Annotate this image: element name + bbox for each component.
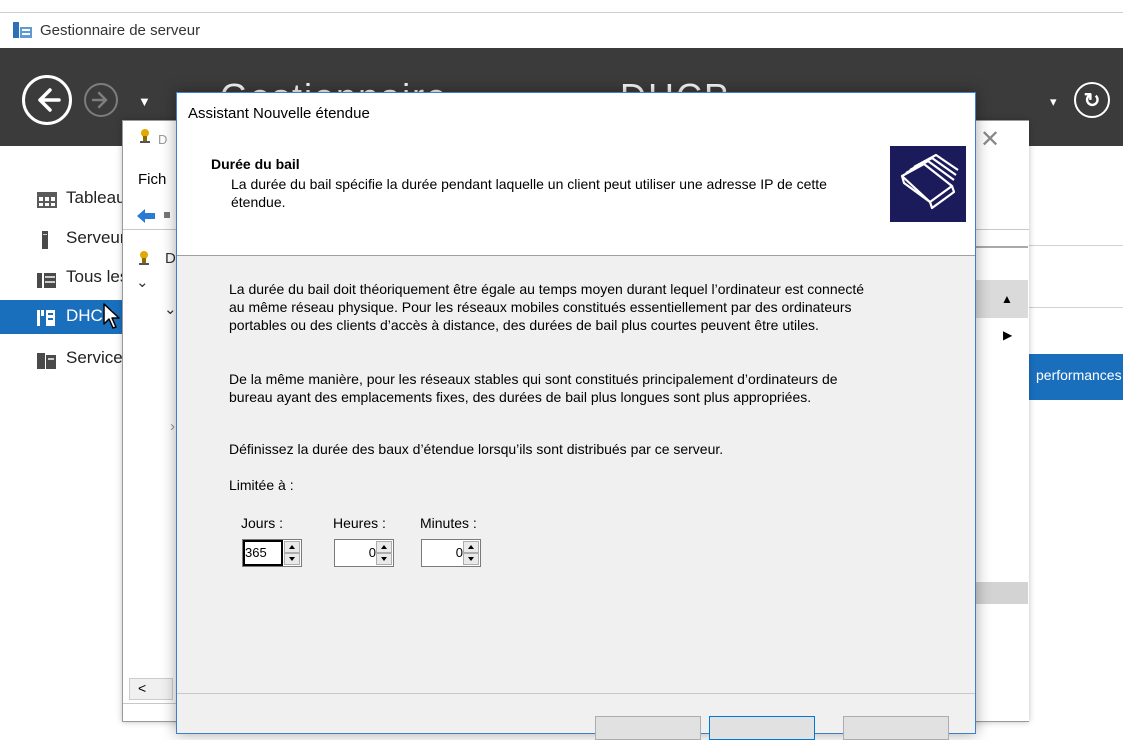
actions-footer (976, 582, 1028, 604)
chevron-right-icon[interactable]: › (170, 418, 175, 435)
servers-icon (37, 273, 56, 288)
wizard-header: Durée du bail La durée du bail spécifie … (177, 133, 975, 256)
minutes-spinner[interactable]: 0 (421, 539, 481, 567)
divider (1028, 307, 1123, 308)
server-manager-titlebar: Gestionnaire de serveur (0, 12, 1123, 49)
sidebar-item-dashboard[interactable]: Tableau de bord (0, 182, 188, 216)
server-manager-title: Gestionnaire de serveur (40, 22, 201, 39)
wizard-footer (177, 693, 975, 740)
increment-button[interactable] (376, 541, 392, 553)
wizard-folder-icon (890, 146, 966, 222)
decrement-button[interactable] (284, 553, 300, 565)
dhcp-console-title: D (158, 132, 168, 147)
server-manager-sidebar: Tableau de bord Serveur local Tous les s… (0, 146, 213, 720)
minutes-value[interactable]: 0 (425, 545, 463, 560)
tree-root-label[interactable]: D (165, 250, 176, 267)
server-manager-app-icon (13, 22, 32, 38)
server-icon (42, 231, 48, 249)
limit-label: Limitée à : (229, 477, 294, 493)
instruction-paragraph: Définissez la durée des baux d’étendue l… (229, 441, 724, 457)
toolbar-button[interactable] (164, 212, 170, 218)
sidebar-item-file-services[interactable]: Services de fichiers (0, 342, 213, 376)
page-heading: Durée du bail (211, 156, 300, 172)
toolbar-back-icon[interactable] (133, 206, 159, 226)
menu-file[interactable]: Fich (138, 171, 166, 188)
mouse-cursor-icon (103, 303, 120, 329)
refresh-icon: ↻ (1083, 90, 1101, 112)
console-tree: D ⌄ ⌄ › (128, 240, 177, 700)
days-value[interactable]: 365 (245, 545, 283, 560)
hours-spinner[interactable]: 0 (334, 539, 394, 567)
spinner-buttons (284, 541, 300, 565)
chevron-down-icon[interactable]: ⌄ (164, 300, 177, 318)
days-spinner[interactable]: 365 (242, 539, 302, 567)
collapse-up-icon[interactable]: ▲ (1001, 292, 1013, 306)
spinner-buttons (376, 541, 392, 565)
arrow-right-icon (91, 91, 108, 109)
close-icon[interactable]: ✕ (980, 125, 1000, 154)
description-paragraph: De la même manière, pour les réseaux sta… (229, 371, 838, 405)
increment-button[interactable] (284, 541, 300, 553)
scroll-left-button[interactable]: < (129, 678, 173, 700)
page-subheading: La durée du bail spécifie la durée penda… (231, 176, 827, 210)
server-manager-content-area (1028, 146, 1123, 720)
wizard-title: Assistant Nouvelle étendue (188, 105, 370, 122)
dashboard-icon (37, 192, 57, 208)
arrow-left-icon (38, 88, 61, 112)
divider (976, 246, 1028, 248)
dhcp-icon (37, 310, 55, 326)
chevron-down-icon[interactable]: ▾ (1050, 94, 1057, 110)
new-scope-wizard-dialog: Assistant Nouvelle étendue Durée du bail… (176, 92, 976, 740)
performance-banner-label: performances (1036, 367, 1122, 383)
expand-right-icon[interactable]: ▶ (1003, 328, 1012, 342)
hours-value[interactable]: 0 (338, 545, 376, 560)
divider (1028, 245, 1123, 246)
wizard-titlebar[interactable]: Assistant Nouvelle étendue (177, 93, 975, 133)
minutes-label: Minutes : (420, 515, 477, 531)
spinner-buttons (463, 541, 479, 565)
decrement-button[interactable] (376, 553, 392, 565)
description-paragraph: La durée du bail doit théoriquement être… (229, 281, 865, 333)
dhcp-node-icon (139, 251, 149, 265)
divider (123, 703, 177, 704)
wizard-body: La durée du bail doit théoriquement être… (177, 256, 975, 696)
increment-button[interactable] (463, 541, 479, 553)
days-label: Jours : (241, 515, 284, 531)
sidebar-item-local-server[interactable]: Serveur local (0, 222, 165, 256)
hours-label: Heures : (333, 515, 386, 531)
refresh-button[interactable]: ↻ (1074, 82, 1110, 118)
chevron-down-icon[interactable]: ▼ (138, 94, 151, 109)
back-button[interactable] (22, 75, 72, 125)
decrement-button[interactable] (463, 553, 479, 565)
forward-button[interactable] (84, 83, 118, 117)
sidebar-item-all-servers[interactable]: Tous les serveurs (0, 261, 198, 295)
chevron-left-icon: < (138, 680, 147, 696)
dhcp-console-icon (140, 129, 150, 143)
chevron-down-icon[interactable]: ⌄ (136, 273, 149, 291)
file-services-icon (37, 353, 56, 369)
